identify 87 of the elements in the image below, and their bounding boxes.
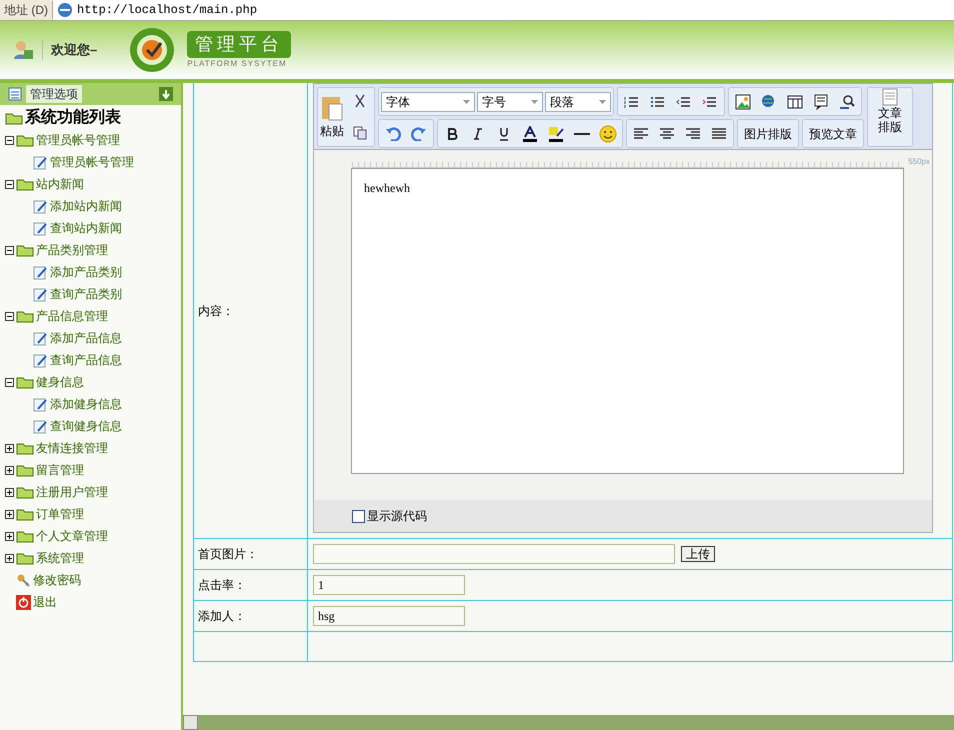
folder-icon [16, 530, 34, 542]
folder-icon [16, 464, 34, 476]
edit-page-icon [33, 418, 48, 434]
expand-toggle-icon[interactable] [5, 532, 14, 540]
dropdown[interactable]: 字体 [381, 92, 475, 112]
tree-item[interactable]: 查询产品类别 [50, 285, 122, 303]
edit-page-icon [33, 286, 48, 302]
folder-icon [5, 112, 23, 124]
tree-item[interactable]: 注册用户管理 [36, 483, 108, 501]
folder-icon [16, 552, 34, 564]
tree-item[interactable]: 产品信息管理 [36, 307, 108, 325]
edit-page-icon [33, 396, 48, 412]
checkbox-label: 显示源代码 [367, 508, 427, 525]
input-field[interactable] [313, 544, 675, 564]
article-layout-button[interactable]: 文章排版 [868, 88, 912, 146]
folder-icon [16, 442, 34, 454]
document-icon [882, 88, 898, 106]
logo-icon [129, 27, 176, 73]
folder-icon [16, 508, 34, 520]
editor-text-area[interactable]: hewhewh [351, 168, 904, 474]
caret-icon [531, 100, 538, 104]
upload-button[interactable]: 上传 [681, 546, 715, 562]
tree-item[interactable]: 退出 [33, 593, 57, 611]
edit-page-icon [33, 330, 48, 346]
logo-title: 管理平台 [187, 30, 292, 58]
collapse-toggle-icon[interactable] [5, 378, 14, 386]
sidebar-title: 管理选项 [26, 85, 82, 103]
logo-subtitle: PLATFORM SYSYTEM [187, 58, 288, 70]
tree-item[interactable]: 添加产品信息 [50, 329, 122, 347]
tree-item[interactable]: 查询站内新闻 [50, 219, 122, 237]
tree-item[interactable]: 站内新闻 [36, 175, 84, 193]
key-icon [16, 572, 31, 588]
folder-icon [16, 134, 34, 146]
collapse-toggle-icon[interactable] [5, 246, 14, 254]
folder-icon [16, 310, 34, 322]
tree-item[interactable]: 查询产品信息 [50, 351, 122, 369]
edit-page-icon [33, 198, 48, 214]
field-label: 点击率： [198, 577, 246, 594]
tree-item[interactable]: 添加站内新闻 [50, 197, 122, 215]
horizontal-scrollbar[interactable] [183, 715, 954, 730]
welcome-text: 欢迎您– [42, 40, 98, 60]
caret-icon [599, 100, 606, 104]
collapse-toggle-icon[interactable] [5, 312, 14, 320]
tree-item[interactable]: 产品类别管理 [36, 241, 108, 259]
tree-item[interactable]: 个人文章管理 [36, 527, 108, 545]
input-field[interactable]: hsg [313, 606, 465, 626]
tree-item[interactable]: 管理员帐号管理 [36, 131, 120, 149]
input-field[interactable]: 1 [313, 575, 465, 595]
user-icon [12, 39, 34, 61]
tree-item[interactable]: 健身信息 [36, 373, 84, 391]
down-arrow-icon[interactable] [159, 87, 173, 101]
tree-item[interactable]: 订单管理 [36, 505, 84, 523]
address-field[interactable]: http://localhost/main.php [53, 0, 954, 20]
tree-item[interactable]: 查询健身信息 [50, 417, 122, 435]
folder-icon [16, 178, 34, 190]
edit-page-icon [33, 352, 48, 368]
caret-icon [463, 100, 470, 104]
field-label: 首页图片： [198, 546, 258, 563]
collapse-toggle-icon[interactable] [5, 180, 14, 188]
field-label: 内容： [198, 302, 234, 320]
tree-item[interactable]: 添加健身信息 [50, 395, 122, 413]
tree-item[interactable]: 添加产品类别 [50, 263, 122, 281]
folder-icon [16, 244, 34, 256]
tree-item[interactable]: 管理员帐号管理 [50, 153, 134, 171]
expand-toggle-icon[interactable] [5, 510, 14, 518]
dropdown[interactable]: 段落 [545, 92, 611, 112]
collapse-toggle-icon[interactable] [5, 136, 14, 144]
tree-item[interactable]: 友情连接管理 [36, 439, 108, 457]
folder-icon [16, 486, 34, 498]
tree-item[interactable]: 修改密码 [33, 571, 81, 589]
folder-icon [16, 376, 34, 388]
source-checkbox[interactable] [352, 510, 365, 522]
tree-root-label[interactable]: 系统功能列表 [25, 106, 121, 130]
dropdown[interactable]: 字号 [477, 92, 543, 112]
expand-toggle-icon[interactable] [5, 444, 14, 452]
tree-item[interactable]: 系统管理 [36, 549, 84, 567]
ruler-label: 550px [908, 156, 930, 168]
tree-item[interactable]: 留言管理 [36, 461, 84, 479]
field-label: 添加人： [198, 608, 246, 625]
scroll-left-button[interactable] [183, 715, 198, 730]
expand-toggle-icon[interactable] [5, 554, 14, 562]
expand-toggle-icon[interactable] [5, 488, 14, 496]
expand-toggle-icon[interactable] [5, 466, 14, 474]
edit-page-icon [33, 264, 48, 280]
edit-page-icon [33, 220, 48, 236]
edit-page-icon [33, 154, 48, 170]
power-icon [16, 594, 31, 610]
